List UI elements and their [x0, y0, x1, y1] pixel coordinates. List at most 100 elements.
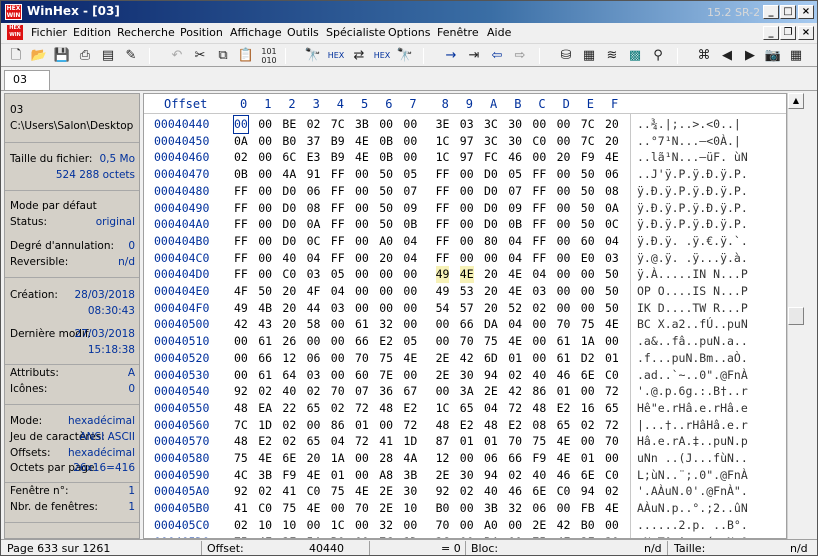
hex-byte[interactable]: 02	[532, 300, 546, 317]
hex-byte[interactable]: 08	[532, 417, 546, 434]
menu-recherche[interactable]: Recherche	[117, 26, 175, 39]
document-icon[interactable]: HEX WIN	[7, 25, 23, 40]
hex-byte[interactable]: 0B	[403, 216, 417, 233]
hex-byte[interactable]: 50	[379, 183, 393, 200]
hex-byte[interactable]: 04	[532, 266, 546, 283]
hex-byte[interactable]: 4E	[459, 266, 474, 283]
hex-row[interactable]: 42 43 20 58 00 61 32 00 00 66 DA 04 00 70 75 4E	[234, 316, 629, 333]
forward-icon[interactable]: ⇨	[511, 47, 529, 65]
hex-byte[interactable]: 72	[508, 400, 522, 417]
hex-byte[interactable]: 75	[282, 500, 296, 517]
hex-byte[interactable]: 04	[307, 250, 321, 267]
text-row[interactable]: uNn ..(J...fùN..	[637, 450, 748, 467]
replace-hex-icon[interactable]: HEX	[373, 47, 391, 65]
hex-byte[interactable]: 75	[234, 450, 248, 467]
hex-byte[interactable]: D0	[484, 216, 498, 233]
hex-byte[interactable]: 10	[403, 500, 417, 517]
hex-byte[interactable]: 20	[484, 300, 498, 317]
hex-byte[interactable]: 94	[484, 467, 498, 484]
hex-byte[interactable]: 02	[258, 383, 272, 400]
menu-edition[interactable]: Edition	[73, 26, 111, 39]
hex-byte[interactable]: E2	[379, 333, 393, 350]
hex-byte[interactable]: 01	[605, 350, 619, 367]
hex-byte[interactable]: 50	[379, 166, 393, 183]
mdi-close-button[interactable]: ×	[798, 26, 814, 40]
hex-byte[interactable]: D0	[282, 200, 296, 217]
hex-byte[interactable]: 00	[403, 367, 417, 384]
hex-row[interactable]: 0B 00 4A 91 FF 00 50 05 FF 00 D0 05 FF 00 50 06	[234, 166, 629, 183]
menu-aide[interactable]: Aide	[487, 26, 511, 39]
hex-row[interactable]: 00 66 12 06 00 70 75 4E 2E 42 6D 01 00 61 D2 01	[234, 350, 629, 367]
hex-byte[interactable]: 70	[355, 350, 369, 367]
hex-byte[interactable]: 72	[355, 433, 369, 450]
hex-byte[interactable]: 48	[436, 417, 450, 434]
hex-byte[interactable]: 61	[258, 367, 272, 384]
hex-byte[interactable]: FF	[234, 183, 248, 200]
hex-byte[interactable]: A0	[379, 233, 393, 250]
hex-byte[interactable]: 4F	[234, 283, 248, 300]
hex-byte[interactable]: 4E	[508, 333, 522, 350]
hex-row[interactable]: 00 61 64 03 00 60 7E 00 2E 30 94 02 40 46 6E C0	[234, 367, 629, 384]
text-column[interactable]: ..¾.|;..>.<0..| ..°7¹N...—<0À.| ..lã¹N..…	[630, 114, 786, 538]
scroll-up-icon[interactable]: ▲	[788, 93, 804, 109]
hex-byte[interactable]: 02	[581, 417, 595, 434]
hex-byte[interactable]: 48	[234, 433, 248, 450]
hex-byte[interactable]: 08	[605, 183, 619, 200]
hex-byte[interactable]: 1C	[436, 400, 450, 417]
hex-byte[interactable]: 00	[581, 300, 595, 317]
hex-byte[interactable]: 3A	[460, 383, 474, 400]
hex-byte[interactable]: 1C	[436, 149, 450, 166]
hex-byte[interactable]: 4E	[258, 450, 272, 467]
text-row[interactable]: .ad..`~..0".@FnÀ	[637, 367, 748, 384]
hex-byte[interactable]: 4E	[403, 350, 417, 367]
hex-byte[interactable]: 41	[379, 433, 393, 450]
hex-byte[interactable]: 92	[234, 483, 248, 500]
hex-byte[interactable]: 0B	[508, 216, 522, 233]
clipboard-icon[interactable]: ⌘	[695, 47, 713, 65]
hex-byte[interactable]: 66	[508, 450, 522, 467]
hex-byte[interactable]: 4B	[258, 300, 272, 317]
hex-byte[interactable]: 06	[484, 450, 498, 467]
text-row[interactable]: '.@.p.6g.:.B†..r	[637, 383, 748, 400]
menu-affichage[interactable]: Affichage	[230, 26, 282, 39]
hex-byte[interactable]: FF	[331, 233, 345, 250]
hex-byte[interactable]: 70	[605, 433, 619, 450]
goto-page-icon[interactable]: ⇥	[465, 47, 483, 65]
hex-byte[interactable]: 1A	[331, 450, 345, 467]
hex-byte[interactable]: 65	[460, 400, 474, 417]
text-row[interactable]: L;ùN..¨;.0".@FnÀ	[637, 467, 748, 484]
hex-byte[interactable]: 20	[307, 450, 321, 467]
hex-byte[interactable]: 00	[403, 517, 417, 534]
hex-byte[interactable]: 49	[435, 266, 450, 283]
hex-byte[interactable]: 07	[508, 183, 522, 200]
hex-byte[interactable]: 06	[605, 166, 619, 183]
hex-byte[interactable]: 44	[307, 300, 321, 317]
hex-byte[interactable]: 7C	[234, 417, 248, 434]
hex-byte[interactable]: 70	[460, 333, 474, 350]
hex-byte[interactable]: 58	[307, 316, 321, 333]
hex-byte[interactable]: 30	[460, 467, 474, 484]
hex-byte[interactable]: 70	[557, 316, 571, 333]
hex-byte[interactable]: FC	[484, 149, 498, 166]
hex-byte[interactable]: 72	[355, 400, 369, 417]
hex-byte[interactable]: 46	[508, 149, 522, 166]
goto-offset-icon[interactable]: →	[442, 47, 460, 65]
close-button[interactable]: ×	[798, 5, 814, 19]
hex-byte[interactable]: 43	[258, 316, 272, 333]
hex-byte[interactable]: 72	[605, 383, 619, 400]
hex-byte[interactable]: 00	[258, 233, 272, 250]
hex-byte[interactable]: 0A	[605, 200, 619, 217]
hex-byte[interactable]: 1A	[581, 333, 595, 350]
hex-byte[interactable]: 00	[379, 283, 393, 300]
hex-byte[interactable]: 00	[331, 333, 345, 350]
hex-byte[interactable]: 20	[484, 283, 498, 300]
hex-byte[interactable]: D0	[282, 233, 296, 250]
hex-byte[interactable]: 00	[355, 166, 369, 183]
hex-row[interactable]: 41 C0 75 4E 00 70 2E 10 B0 00 3B 32 06 00 FB 4E	[234, 500, 629, 517]
hex-byte[interactable]: FF	[532, 250, 546, 267]
hex-byte[interactable]: 41	[234, 500, 248, 517]
hex-byte[interactable]: 01	[460, 433, 474, 450]
hex-byte[interactable]: 4E	[355, 483, 369, 500]
hex-byte[interactable]: 00	[403, 149, 417, 166]
hex-byte[interactable]: 65	[557, 417, 571, 434]
